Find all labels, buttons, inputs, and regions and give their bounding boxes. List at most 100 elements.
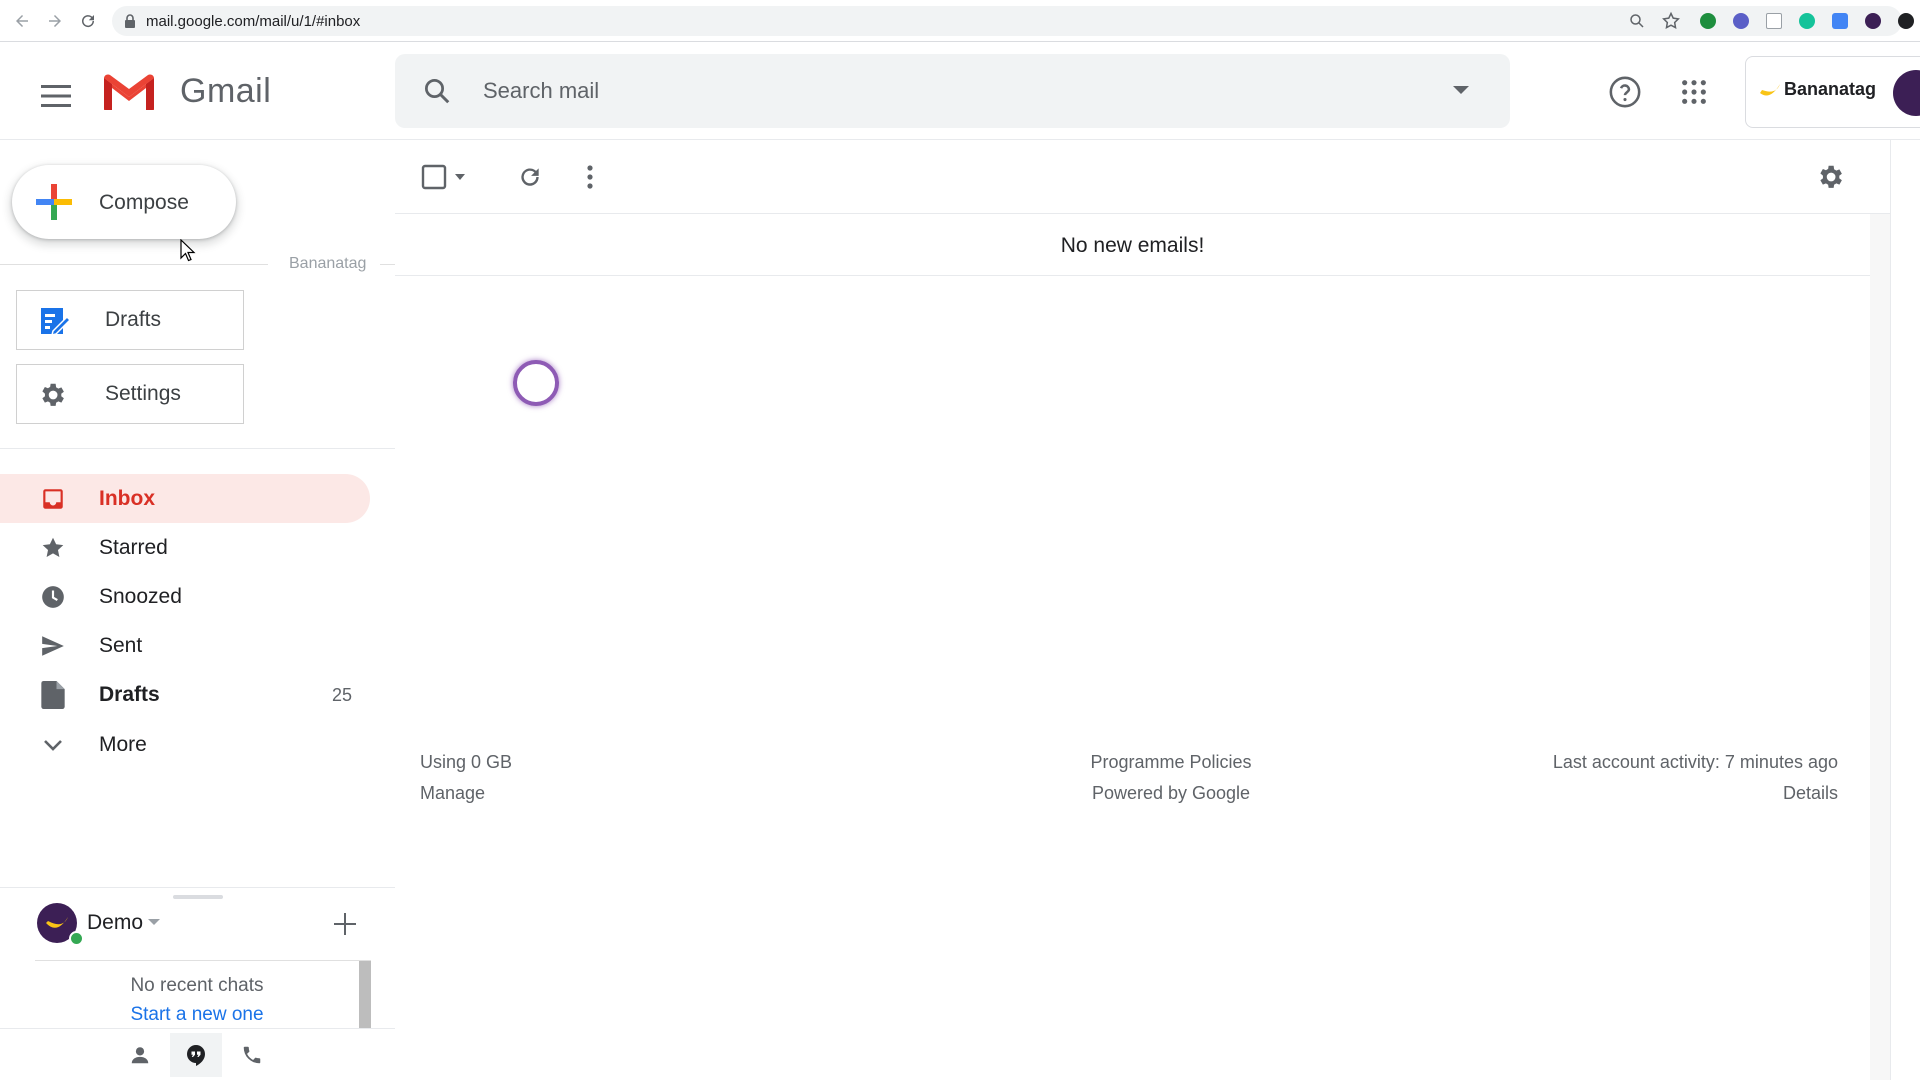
mail-toolbar <box>395 140 1890 214</box>
contacts-tab[interactable] <box>114 1033 166 1077</box>
forward-icon[interactable] <box>43 9 67 33</box>
sidebar-item-starred[interactable]: Starred <box>0 523 370 572</box>
page-extension-icon[interactable] <box>1766 13 1782 29</box>
check-extension-icon[interactable] <box>1700 13 1716 29</box>
conversations-tab[interactable] <box>170 1033 222 1077</box>
gear-icon <box>37 380 67 415</box>
main-content: No new emails! Using 0 GB Manage Program… <box>395 140 1890 1080</box>
bananatag-label: Bananatag <box>1784 79 1877 99</box>
select-all-checkbox[interactable] <box>419 157 471 197</box>
sidebar-item-label: More <box>99 733 147 756</box>
more-vert-icon <box>587 165 593 189</box>
storage-usage: Using 0 GB <box>420 752 513 772</box>
programme-policies-link[interactable]: Programme Policies <box>1011 752 1331 773</box>
person-icon <box>131 1047 149 1064</box>
sidebar-item-sent[interactable]: Sent <box>0 621 370 670</box>
bananatag-section-label: Bananatag <box>283 255 373 273</box>
side-panel-edge <box>1890 140 1920 1080</box>
online-status-indicator <box>69 931 84 946</box>
refresh-button[interactable] <box>510 157 550 197</box>
zoom-icon[interactable] <box>1628 12 1646 35</box>
chat-scrollbar[interactable] <box>359 961 371 1029</box>
sidebar-divider <box>0 448 395 449</box>
refresh-icon <box>521 168 539 186</box>
send-icon <box>40 633 66 659</box>
back-icon[interactable] <box>10 9 34 33</box>
support-button[interactable] <box>1603 70 1647 114</box>
banana-icon <box>1758 81 1782 106</box>
search-icon[interactable] <box>422 76 452 111</box>
browser-toolbar: mail.google.com/mail/u/1/#inbox <box>0 0 1920 42</box>
chevron-down-icon <box>40 732 66 758</box>
hangouts-chat-icon <box>187 1045 205 1066</box>
hangouts-panel: Demo No recent chats Start a new one <box>0 883 395 1080</box>
phone-tab[interactable] <box>226 1033 278 1077</box>
checkbox-icon <box>421 164 465 190</box>
blue-extension-icon[interactable] <box>1832 13 1848 29</box>
google-apps-button[interactable] <box>1672 70 1716 114</box>
activity-details-link[interactable]: Details <box>1635 783 1838 804</box>
purple-extension-icon[interactable] <box>1733 13 1749 29</box>
bananatag-drafts-label: Drafts <box>105 308 162 331</box>
start-new-chat-link[interactable]: Start a new one <box>35 1004 359 1026</box>
no-recent-chats-text: No recent chats <box>130 975 264 996</box>
sidebar-item-inbox[interactable]: Inbox <box>0 474 370 523</box>
bananatag-extension-icon[interactable] <box>1865 13 1881 29</box>
hamburger-icon <box>41 85 71 107</box>
help-icon <box>1609 76 1641 108</box>
powered-by-text: Powered by Google <box>1091 783 1251 803</box>
hangouts-tabs <box>0 1028 395 1080</box>
compose-plus-icon <box>36 184 72 225</box>
gear-icon <box>1820 165 1842 188</box>
grammarly-icon[interactable] <box>1799 13 1815 29</box>
main-menu-button[interactable] <box>32 72 80 120</box>
profile-icon[interactable] <box>1898 13 1914 29</box>
last-activity-text: Last account activity: 7 minutes ago <box>1552 752 1838 772</box>
hangouts-resize-handle[interactable] <box>173 895 223 899</box>
new-chat-button[interactable] <box>330 909 360 939</box>
main-scrollbar[interactable] <box>1870 214 1890 1080</box>
url-text[interactable]: mail.google.com/mail/u/1/#inbox <box>146 13 360 30</box>
hangouts-divider <box>0 887 395 888</box>
settings-button[interactable] <box>1808 157 1852 197</box>
sidebar-item-label: Snoozed <box>99 585 182 608</box>
bananatag-settings-button[interactable]: Settings <box>16 364 244 424</box>
drafts-edit-icon <box>39 305 72 342</box>
sidebar-item-label: Sent <box>99 634 143 657</box>
hangouts-user-name[interactable]: Demo <box>87 911 143 935</box>
bananatag-settings-label: Settings <box>105 382 181 405</box>
clock-icon <box>40 584 66 610</box>
sidebar-item-label: Drafts <box>99 683 160 706</box>
gmail-wordmark[interactable]: Gmail <box>180 72 271 111</box>
compose-button[interactable]: Compose <box>12 165 236 239</box>
sidebar-item-label: Starred <box>99 536 168 559</box>
chat-list: No recent chats Start a new one <box>35 960 371 1029</box>
reload-icon[interactable] <box>76 9 100 33</box>
sidebar-item-snoozed[interactable]: Snoozed <box>0 572 370 621</box>
gmail-header: Gmail Bananatag <box>0 42 1920 140</box>
gmail-logo-icon[interactable] <box>100 70 158 119</box>
apps-grid-icon <box>1682 80 1706 104</box>
sidebar-item-drafts[interactable]: Drafts 25 <box>0 670 370 719</box>
phone-icon <box>243 1046 261 1064</box>
gmail-window: mail.google.com/mail/u/1/#inbox Gmail Se… <box>0 0 1920 1080</box>
empty-inbox-row: No new emails! <box>395 214 1870 276</box>
star-icon <box>40 535 66 561</box>
more-actions-button[interactable] <box>570 157 610 197</box>
search-bar[interactable] <box>395 54 1510 128</box>
empty-inbox-message: No new emails! <box>1060 234 1205 257</box>
click-indicator-ring <box>513 360 559 406</box>
mouse-cursor-icon <box>180 238 196 268</box>
draft-file-icon <box>40 681 66 709</box>
compose-label: Compose <box>99 191 189 214</box>
bananatag-drafts-button[interactable]: Drafts <box>16 290 244 350</box>
search-options-caret-icon[interactable] <box>1453 86 1469 94</box>
manage-storage-link[interactable]: Manage <box>420 783 485 804</box>
search-input[interactable] <box>483 70 1383 112</box>
bookmark-star-icon[interactable] <box>1661 11 1681 36</box>
sidebar-item-count: 25 <box>331 685 352 705</box>
sidebar-item-more[interactable]: More <box>0 720 370 769</box>
user-menu-caret-icon[interactable] <box>148 919 160 925</box>
lock-icon <box>124 14 136 33</box>
inbox-icon <box>40 486 66 512</box>
